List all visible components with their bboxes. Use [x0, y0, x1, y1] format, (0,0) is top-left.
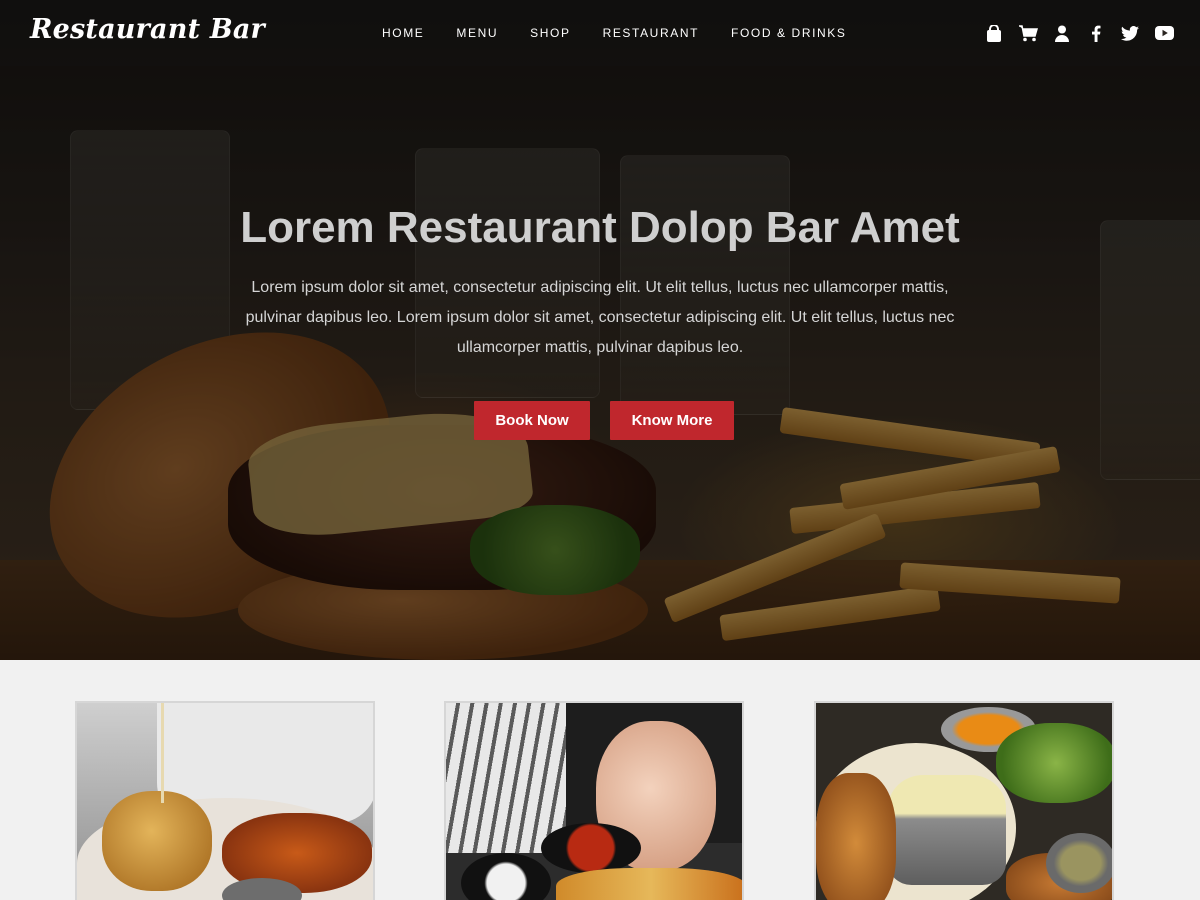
book-now-button[interactable]: Book Now: [474, 401, 590, 440]
hero-content: Lorem Restaurant Dolop Bar Amet Lorem ip…: [0, 0, 1200, 660]
hero-description: Lorem ipsum dolor sit amet, consectetur …: [245, 279, 955, 356]
card-image-burger-fries[interactable]: [75, 701, 375, 900]
card-image-kid-fries[interactable]: [444, 701, 744, 900]
know-more-button[interactable]: Know More: [610, 401, 734, 440]
card-image-chicken-dips[interactable]: [814, 701, 1114, 900]
featured-cards: [0, 660, 1200, 900]
hero-buttons: Book Now Know More: [474, 401, 734, 440]
hero-title: Lorem Restaurant Dolop Bar Amet: [240, 203, 960, 252]
